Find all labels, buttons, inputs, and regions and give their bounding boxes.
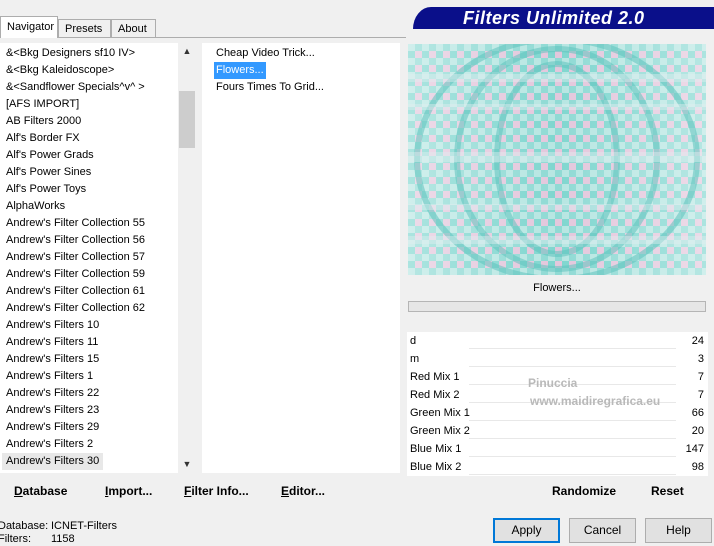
param-row[interactable]: Blue Mix 1 147 bbox=[407, 440, 708, 458]
scroll-thumb[interactable] bbox=[179, 91, 195, 148]
tab-strip-line bbox=[0, 37, 406, 38]
preview-filter-name: Flowers... bbox=[533, 282, 581, 294]
param-row[interactable]: Blue Mix 2 98 bbox=[407, 458, 708, 476]
import-button[interactable]: Import... bbox=[105, 484, 152, 498]
progress-bar bbox=[408, 301, 706, 312]
tab-navigator[interactable]: Navigator bbox=[0, 16, 58, 38]
category-item[interactable]: Andrew's Filters 30 bbox=[2, 453, 104, 470]
category-item[interactable]: Andrew's Filters 10 bbox=[6, 317, 99, 334]
param-row[interactable]: Green Mix 2 20 bbox=[407, 422, 708, 440]
param-slider-track[interactable] bbox=[469, 420, 676, 421]
category-item[interactable]: Andrew's Filters 2 bbox=[6, 436, 93, 453]
param-value: 147 bbox=[685, 443, 704, 455]
param-slider-track[interactable] bbox=[469, 348, 676, 349]
category-item[interactable]: Andrew's Filter Collection 56 bbox=[6, 232, 145, 249]
reset-button[interactable]: Reset bbox=[651, 484, 684, 498]
apply-button[interactable]: Apply bbox=[493, 518, 560, 543]
category-item[interactable]: &<Sandflower Specials^v^ > bbox=[6, 79, 145, 96]
database-label: Database: bbox=[0, 520, 49, 532]
category-item[interactable]: Andrew's Filters 11 bbox=[6, 334, 98, 351]
param-name: Red Mix 1 bbox=[410, 371, 460, 383]
tab-presets[interactable]: Presets bbox=[58, 19, 111, 37]
filter-item[interactable]: Fours Times To Grid... bbox=[214, 79, 326, 96]
param-name: Green Mix 2 bbox=[410, 425, 470, 437]
category-item[interactable]: Alf's Power Grads bbox=[6, 147, 94, 164]
tab-about[interactable]: About bbox=[111, 19, 156, 37]
randomize-button[interactable]: Randomize bbox=[552, 484, 616, 498]
category-item[interactable]: AlphaWorks bbox=[6, 198, 65, 215]
scroll-up-icon[interactable]: ▲ bbox=[178, 43, 196, 60]
filter-info-button[interactable]: Filter Info... bbox=[184, 484, 249, 498]
category-item[interactable]: Andrew's Filters 29 bbox=[6, 419, 99, 436]
param-name: Blue Mix 2 bbox=[410, 461, 462, 473]
filters-unlimited-logo: Filters Unlimited 2.0 bbox=[413, 7, 714, 29]
param-value: 3 bbox=[697, 353, 704, 365]
param-name: Green Mix 1 bbox=[410, 407, 470, 419]
param-value: 7 bbox=[697, 389, 704, 401]
category-scrollbar[interactable]: ▲ ▼ bbox=[178, 43, 196, 473]
category-item[interactable]: Andrew's Filter Collection 55 bbox=[6, 215, 145, 232]
param-value: 66 bbox=[691, 407, 704, 419]
param-slider-track[interactable] bbox=[469, 366, 676, 367]
cancel-button[interactable]: Cancel bbox=[569, 518, 636, 543]
category-item[interactable]: Alf's Border FX bbox=[6, 130, 80, 147]
param-slider-track[interactable] bbox=[469, 474, 676, 475]
filters-count-value: 1158 bbox=[51, 533, 75, 545]
category-item[interactable]: Andrew's Filters 15 bbox=[6, 351, 99, 368]
category-item[interactable]: Andrew's Filter Collection 57 bbox=[6, 249, 145, 266]
database-button[interactable]: Database bbox=[14, 484, 67, 498]
preview-pattern bbox=[408, 44, 706, 275]
category-item[interactable]: Andrew's Filters 23 bbox=[6, 402, 99, 419]
filter-item[interactable]: Flowers... bbox=[214, 62, 266, 79]
category-item[interactable]: Andrew's Filters 22 bbox=[6, 385, 99, 402]
param-name: Red Mix 2 bbox=[410, 389, 460, 401]
category-item[interactable]: Andrew's Filters 1 bbox=[6, 368, 93, 385]
param-value: 7 bbox=[697, 371, 704, 383]
param-value: 98 bbox=[691, 461, 704, 473]
category-item[interactable]: AB Filters 2000 bbox=[6, 113, 81, 130]
param-name: Blue Mix 1 bbox=[410, 443, 462, 455]
watermark-name: Pinuccia bbox=[528, 376, 578, 390]
filters-count-label: Filters: bbox=[0, 533, 31, 545]
filter-item[interactable]: Cheap Video Trick... bbox=[214, 45, 317, 62]
category-list[interactable]: &<Bkg Designers sf10 IV> &<Bkg Kaleidosco… bbox=[0, 43, 196, 473]
category-item[interactable]: Alf's Power Sines bbox=[6, 164, 91, 181]
scroll-down-icon[interactable]: ▼ bbox=[178, 456, 196, 473]
help-button[interactable]: Help bbox=[645, 518, 712, 543]
param-name: m bbox=[410, 353, 420, 365]
category-item[interactable]: [AFS IMPORT] bbox=[6, 96, 79, 113]
param-name: d bbox=[410, 335, 417, 347]
param-slider-track[interactable] bbox=[469, 438, 676, 439]
param-row[interactable]: m3 bbox=[407, 350, 708, 368]
param-row[interactable]: d 24 bbox=[407, 332, 708, 350]
category-item[interactable]: &<Bkg Designers sf10 IV> bbox=[6, 45, 135, 62]
preview-image bbox=[408, 44, 706, 275]
param-slider-track[interactable] bbox=[469, 456, 676, 457]
category-item[interactable]: Andrew's Filter Collection 61 bbox=[6, 283, 145, 300]
editor-button[interactable]: Editor... bbox=[281, 484, 325, 498]
logo-text: Filters Unlimited 2.0 bbox=[463, 8, 645, 28]
category-item[interactable]: Alf's Power Toys bbox=[6, 181, 86, 198]
param-value: 24 bbox=[691, 335, 704, 347]
category-item[interactable]: &<Bkg Kaleidoscope> bbox=[6, 62, 114, 79]
category-item[interactable]: Andrew's Filter Collection 59 bbox=[6, 266, 145, 283]
param-value: 20 bbox=[691, 425, 704, 437]
filter-list[interactable]: Cheap Video Trick... Flowers... Fours Time… bbox=[202, 43, 400, 473]
database-value: ICNET-Filters bbox=[51, 520, 117, 532]
watermark-url: www.maidiregrafica.eu bbox=[530, 394, 661, 408]
category-item[interactable]: Andrew's Filter Collection 62 bbox=[6, 300, 145, 317]
